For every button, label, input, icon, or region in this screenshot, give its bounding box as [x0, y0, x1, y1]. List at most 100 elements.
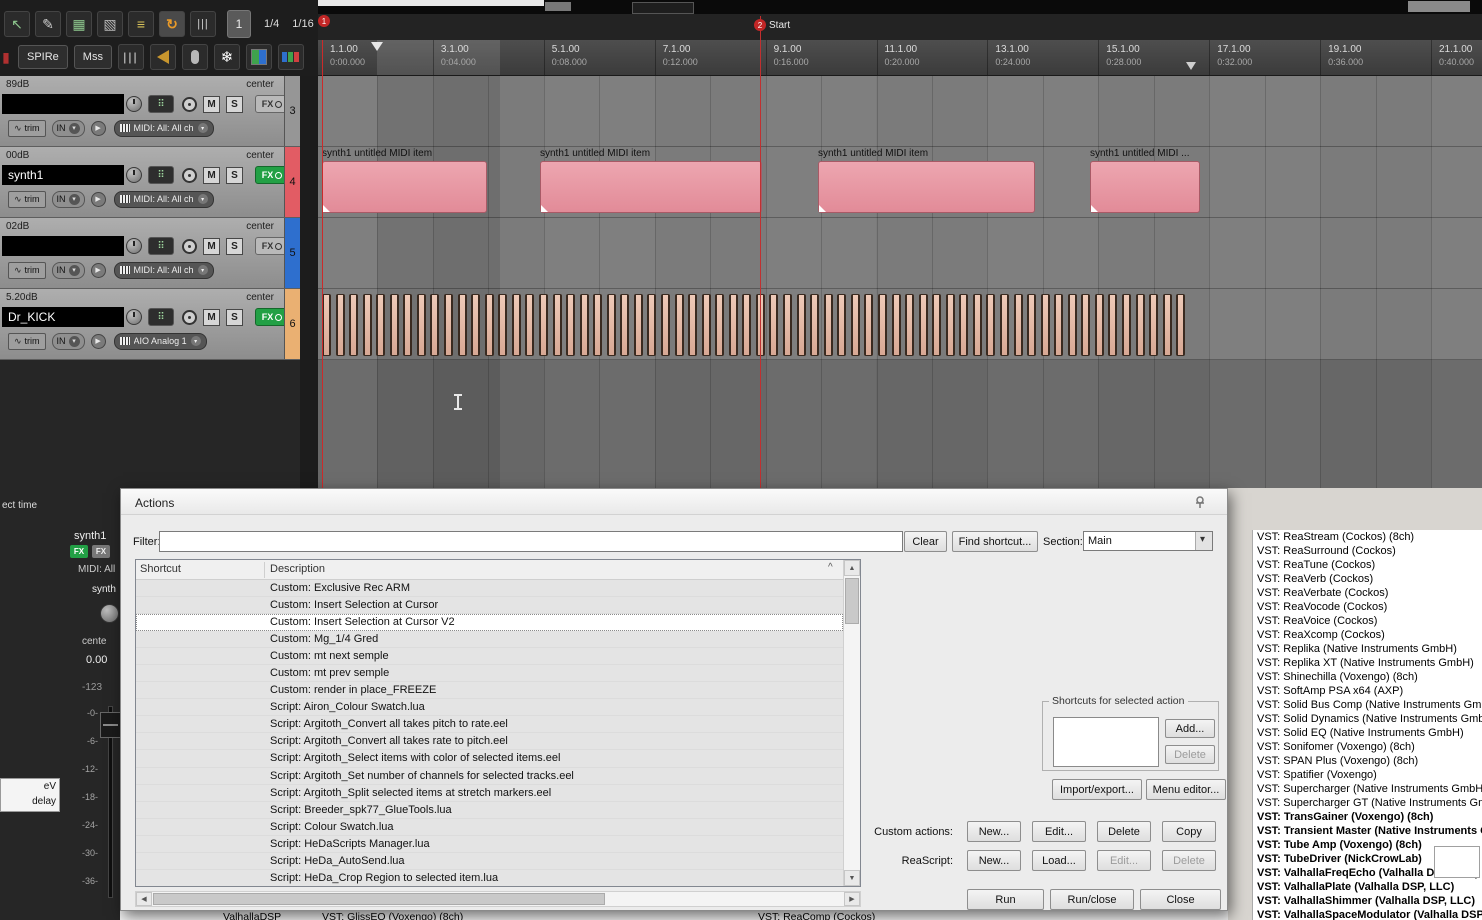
kick-item[interactable] [905, 294, 915, 356]
kick-item[interactable] [688, 294, 698, 356]
mute-button[interactable]: M [203, 308, 220, 326]
kick-item[interactable] [837, 294, 847, 356]
kick-item[interactable] [349, 294, 359, 356]
section-dropdown[interactable]: Main [1083, 531, 1213, 551]
input-selector[interactable]: AIO Analog 1 ▾ [113, 332, 207, 350]
dialog-titlebar[interactable]: Actions [121, 489, 1227, 515]
mute-button[interactable]: M [203, 166, 220, 184]
custom-action-delete-button[interactable]: Delete [1097, 821, 1151, 842]
track-header[interactable]: 5.20dB center Dr_KICK MS FX trim IN AIO Analog … [0, 289, 300, 360]
vst-row-partial[interactable]: VST: GlissEQ (Voxengo) (8ch) [322, 911, 463, 920]
kick-item[interactable] [322, 294, 331, 356]
kick-item[interactable] [1108, 294, 1118, 356]
vst-row[interactable]: VST: Supercharger GT (Native Instruments… [1253, 796, 1482, 810]
grid-lines-icon[interactable] [190, 11, 216, 37]
grid-division-label[interactable]: 1/16 [292, 18, 313, 30]
scroll-left-button[interactable] [136, 892, 152, 906]
track-name-field[interactable] [2, 236, 124, 256]
sync-tool-icon[interactable] [159, 11, 185, 37]
vst-row[interactable]: VST: ReaVoice (Cockos) [1253, 614, 1482, 628]
scroll-right-button[interactable] [844, 892, 860, 906]
trim-button[interactable]: trim [8, 332, 46, 350]
snowflake-icon[interactable] [213, 44, 240, 70]
midi-item-body[interactable] [818, 161, 1035, 213]
kick-item[interactable] [335, 294, 345, 356]
kick-item[interactable] [1040, 294, 1050, 356]
arrange-area[interactable]: 1.1.00 0:00.000 3.1.00 0:04.000 5.1.00 0:08.0… [318, 14, 1482, 490]
record-input-button[interactable]: IN [51, 190, 85, 208]
vst-row[interactable]: VST: Transient Master (Native Instrument… [1253, 824, 1482, 838]
kick-item[interactable] [701, 294, 711, 356]
midi-item[interactable]: synth1 untitled MIDI item [818, 148, 1035, 214]
pencil-tool-icon[interactable] [35, 11, 61, 37]
column-shortcut[interactable]: Shortcut [140, 563, 181, 575]
custom-action-new-button[interactable]: New... [967, 821, 1021, 842]
action-row[interactable]: Script: Argitoth_Convert all takes rate … [136, 733, 843, 750]
lanes[interactable]: synth1 untitled MIDI item synth1 untitled… [318, 76, 1482, 490]
vst-row[interactable]: VST: SoftAmp PSA x64 (AXP) [1253, 684, 1482, 698]
track-header[interactable]: 00dB center synth1 MS FX trim IN MIDI: All: All… [0, 147, 300, 218]
reascript-new-button[interactable]: New... [967, 850, 1021, 871]
action-row[interactable]: Script: Colour Swatch.lua [136, 819, 843, 836]
vst-row[interactable]: VST: SPAN Plus (Voxengo) (8ch) [1253, 754, 1482, 768]
kick-item[interactable] [715, 294, 725, 356]
kick-item[interactable] [661, 294, 670, 356]
track-name-field[interactable]: Dr_KICK [2, 307, 124, 327]
kick-item[interactable] [1000, 294, 1009, 356]
route-button[interactable] [148, 166, 174, 184]
track-name-field[interactable]: synth1 [2, 165, 124, 185]
scrollbar-thumb[interactable] [153, 893, 605, 905]
kick-item[interactable] [579, 294, 589, 356]
kick-item[interactable] [850, 294, 860, 356]
vst-row[interactable]: VST: ReaVocode (Cockos) [1253, 600, 1482, 614]
kick-item[interactable] [511, 294, 521, 356]
custom-action-copy-button[interactable]: Copy [1162, 821, 1216, 842]
monitor-button[interactable] [90, 333, 106, 349]
kick-item[interactable] [769, 294, 779, 356]
reascript-edit-button[interactable]: Edit... [1097, 850, 1151, 871]
column-description[interactable]: Description [270, 563, 325, 575]
vst-row[interactable]: VST: ReaTune (Cockos) [1253, 558, 1482, 572]
add-shortcut-button[interactable]: Add... [1165, 719, 1215, 738]
input-selector[interactable]: MIDI: All: All ch ▾ [113, 261, 214, 279]
midi-item-body[interactable] [540, 161, 762, 213]
import-export-button[interactable]: Import/export... [1052, 779, 1142, 800]
record-input-button[interactable]: IN [51, 119, 85, 137]
record-input-button[interactable]: IN [51, 332, 85, 350]
vst-row[interactable]: VST: ReaSurround (Cockos) [1253, 544, 1482, 558]
kick-item[interactable] [376, 294, 386, 356]
reascript-load-button[interactable]: Load... [1032, 850, 1086, 871]
kick-item[interactable] [538, 294, 548, 356]
pin-icon[interactable] [1193, 495, 1207, 509]
vst-row[interactable]: VST: ValhallaShimmer (Valhalla DSP, LLC) [1253, 894, 1482, 908]
track-panel-empty[interactable] [0, 360, 300, 490]
vst-row[interactable]: VST: Supercharger (Native Instruments Gm… [1253, 782, 1482, 796]
action-row[interactable]: Script: HeDaScripts Manager.lua [136, 836, 843, 853]
vst-row[interactable]: VST: Replika (Native Instruments GmbH) [1253, 642, 1482, 656]
marker-2-line[interactable] [760, 16, 761, 490]
envelope-button[interactable] [182, 309, 197, 325]
fx-list-item[interactable]: eV [1, 779, 59, 794]
horn-icon[interactable] [149, 44, 176, 70]
ruler-marker-triangle[interactable] [1186, 62, 1196, 70]
color-grid-icon[interactable] [245, 44, 272, 70]
action-row[interactable]: Custom: render in place_FREEZE [136, 682, 843, 699]
mixer-track-name[interactable]: synth1 [74, 530, 106, 542]
clear-button[interactable]: Clear [904, 531, 947, 552]
solo-button[interactable]: S [226, 237, 243, 255]
marker-2[interactable]: 2 Start [754, 19, 790, 31]
solo-button[interactable]: S [226, 166, 243, 184]
kick-item[interactable] [877, 294, 887, 356]
grid-tool-icon[interactable] [66, 11, 92, 37]
kick-item[interactable] [430, 294, 440, 356]
envelope-tool-icon[interactable] [128, 11, 154, 37]
run-button[interactable]: Run [967, 889, 1044, 910]
kick-item[interactable] [891, 294, 901, 356]
action-row[interactable]: Custom: mt prev semple [136, 665, 843, 682]
input-selector[interactable]: MIDI: All: All ch ▾ [113, 190, 214, 208]
fader-handle[interactable] [100, 712, 121, 738]
midi-item-body[interactable] [1090, 161, 1200, 213]
kick-item[interactable] [1122, 294, 1132, 356]
track-number-strip[interactable]: 5 [284, 218, 300, 288]
action-row[interactable]: Custom: Insert Selection at Cursor V2 [136, 614, 843, 632]
